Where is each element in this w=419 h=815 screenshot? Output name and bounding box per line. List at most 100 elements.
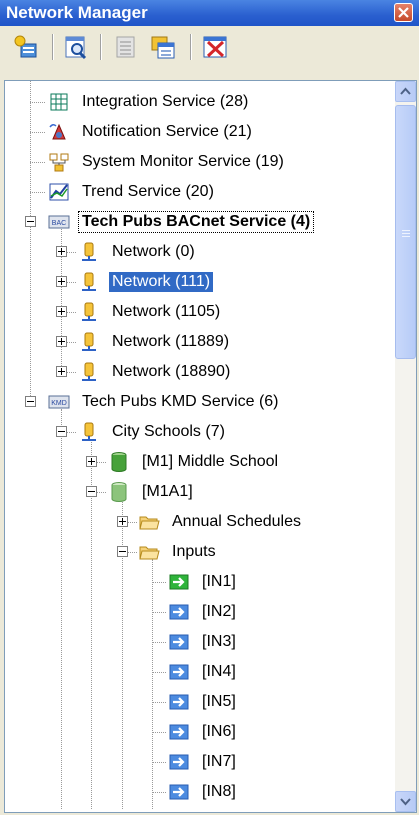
window-title: Network Manager — [6, 3, 148, 22]
tree-node-label: [IN7] — [202, 753, 236, 770]
expand-toggle[interactable] — [56, 246, 67, 257]
tree-node-network-1105[interactable]: Network (1105) — [5, 297, 390, 327]
network-icon — [78, 271, 100, 293]
collapse-toggle[interactable] — [117, 546, 128, 557]
title-bar: Network Manager — [0, 0, 419, 26]
new-service-icon — [14, 35, 37, 58]
tree-node-in2[interactable]: [IN2] — [5, 597, 390, 627]
tree-node-label: [IN8] — [202, 783, 236, 800]
tree-node-label: Network (0) — [112, 243, 195, 260]
tree-node-label: City Schools (7) — [112, 423, 225, 440]
tree-node-network-111[interactable]: Network (111) — [5, 267, 390, 297]
find-button[interactable] — [62, 33, 90, 61]
network-manager-panel: Network Manager Integration Service (28)… — [0, 0, 419, 815]
tree-node-label: [IN3] — [202, 633, 236, 650]
tree-node-network-18890[interactable]: Network (18890) — [5, 357, 390, 387]
toolbar-separator — [52, 34, 53, 60]
tree-node-label: [IN1] — [202, 573, 236, 590]
open-window-button[interactable] — [149, 33, 177, 61]
expand-toggle[interactable] — [56, 336, 67, 347]
tree-node-label: [IN5] — [202, 693, 236, 710]
scroll-down-button[interactable] — [395, 791, 416, 812]
tree-node-in6[interactable]: [IN6] — [5, 717, 390, 747]
network-tree[interactable]: Integration Service (28) Notification Se… — [4, 80, 417, 813]
tree-node-in4[interactable]: [IN4] — [5, 657, 390, 687]
input-icon — [168, 751, 190, 773]
tree-node-system-monitor-service[interactable]: System Monitor Service (19) — [5, 147, 390, 177]
scroll-up-button[interactable] — [395, 81, 416, 102]
trend-icon — [48, 181, 70, 203]
tree-node-network-0[interactable]: Network (0) — [5, 237, 390, 267]
new-service-button[interactable] — [12, 33, 40, 61]
tree-node-annual-schedules[interactable]: Annual Schedules — [5, 507, 390, 537]
input-icon — [168, 721, 190, 743]
tree-node-notification-service[interactable]: Notification Service (21) — [5, 117, 390, 147]
kmd-icon: KMD — [48, 391, 70, 413]
folder-icon — [138, 511, 160, 533]
expand-toggle[interactable] — [86, 456, 97, 467]
tree-node-in8[interactable]: [IN8] — [5, 777, 390, 807]
tree-node-label: Network (111) — [109, 272, 214, 292]
expand-toggle[interactable] — [56, 366, 67, 377]
bacnet-icon: BAC — [48, 211, 70, 233]
input-icon — [168, 601, 190, 623]
tree-node-label: Inputs — [172, 543, 216, 560]
network-icon — [78, 241, 100, 263]
properties-button[interactable] — [112, 33, 140, 61]
tree-node-bacnet-service[interactable]: BAC Tech Pubs BACnet Service (4) — [5, 207, 390, 237]
toolbar — [0, 26, 419, 68]
folder-open-icon — [138, 541, 160, 563]
tree-node-label: [M1A1] — [142, 483, 193, 500]
notification-icon — [48, 121, 70, 143]
tree-node-inputs[interactable]: Inputs — [5, 537, 390, 567]
collapse-toggle[interactable] — [25, 216, 36, 227]
close-button[interactable] — [394, 3, 413, 22]
expand-toggle[interactable] — [56, 276, 67, 287]
tree-node-in3[interactable]: [IN3] — [5, 627, 390, 657]
tree-node-label: Trend Service (20) — [82, 183, 214, 200]
tree-node-network-11889[interactable]: Network (11889) — [5, 327, 390, 357]
tree-node-in7[interactable]: [IN7] — [5, 747, 390, 777]
input-icon — [168, 691, 190, 713]
collapse-toggle[interactable] — [25, 396, 36, 407]
tree-node-middle-school[interactable]: [M1] Middle School — [5, 447, 390, 477]
tree-node-kmd-service[interactable]: KMD Tech Pubs KMD Service (6) — [5, 387, 390, 417]
integration-icon — [48, 91, 70, 113]
tree-node-label: Network (11889) — [112, 333, 230, 350]
tree-node-city-schools[interactable]: City Schools (7) — [5, 417, 390, 447]
tree-node-in5[interactable]: [IN5] — [5, 687, 390, 717]
expand-toggle[interactable] — [117, 516, 128, 527]
network-icon — [78, 301, 100, 323]
tree-node-label: Annual Schedules — [172, 513, 301, 530]
input-icon — [168, 631, 190, 653]
chevron-down-icon — [400, 798, 411, 806]
tree-node-m1a1[interactable]: [M1A1] — [5, 477, 390, 507]
chevron-up-icon — [400, 87, 411, 95]
tree-node-trend-service[interactable]: Trend Service (20) — [5, 177, 390, 207]
tree-node-label: [IN6] — [202, 723, 236, 740]
tree-node-label: Tech Pubs BACnet Service (4) — [77, 211, 315, 233]
tree-node-label: Tech Pubs KMD Service (6) — [82, 393, 279, 410]
scroll-thumb[interactable] — [395, 105, 416, 359]
controller-icon — [108, 481, 130, 503]
collapse-toggle[interactable] — [86, 486, 97, 497]
input-icon — [168, 781, 190, 803]
svg-text:BAC: BAC — [52, 220, 66, 227]
input-icon — [168, 661, 190, 683]
svg-text:KMD: KMD — [51, 400, 67, 407]
tree-node-label: [M1] Middle School — [142, 453, 279, 470]
vertical-scrollbar[interactable] — [395, 81, 416, 812]
tree-node-label: [IN2] — [202, 603, 236, 620]
input-icon — [168, 571, 190, 593]
network-icon — [78, 331, 100, 353]
collapse-toggle[interactable] — [56, 426, 67, 437]
network-icon — [78, 361, 100, 383]
tree-node-label: [IN4] — [202, 663, 236, 680]
tree-node-integration-service[interactable]: Integration Service (28) — [5, 87, 390, 117]
find-icon — [65, 36, 87, 60]
toolbar-separator — [190, 34, 191, 60]
tree-node-in1[interactable]: [IN1] — [5, 567, 390, 597]
expand-toggle[interactable] — [56, 306, 67, 317]
network-icon — [78, 421, 100, 443]
delete-button[interactable] — [201, 33, 229, 61]
